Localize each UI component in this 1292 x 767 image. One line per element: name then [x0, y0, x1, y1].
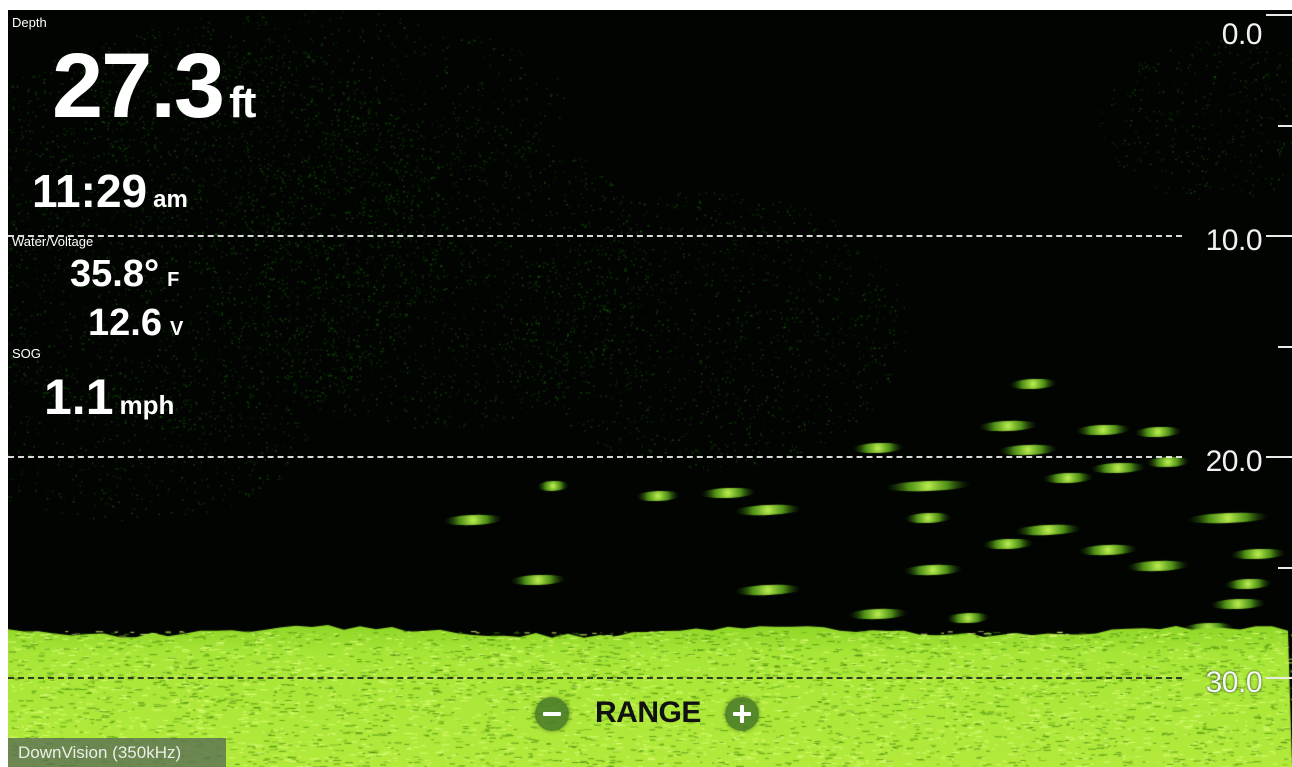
- sog-title: SOG: [12, 346, 41, 361]
- sonar-mode-tab[interactable]: DownVision (350kHz): [8, 738, 226, 767]
- range-control: RANGE: [535, 694, 765, 734]
- sog-readout: 1.1 mph: [44, 372, 174, 422]
- scale-label-10: 10.0: [1205, 224, 1263, 257]
- water-temperature-unit: F: [167, 269, 180, 291]
- water-temperature-readout: 35.8° F: [70, 255, 179, 293]
- scale-tick-15: [1278, 346, 1292, 348]
- scale-tick-10: [1266, 235, 1292, 237]
- depth-line-30: [8, 677, 1182, 679]
- scale-label-0: 0.0: [1221, 18, 1263, 51]
- scale-tick-5: [1278, 125, 1292, 127]
- depth-readout: 27.3 ft: [52, 40, 256, 132]
- depth-value: 27.3: [52, 35, 225, 137]
- minus-icon: [543, 712, 561, 716]
- scale-tick-25: [1278, 567, 1292, 569]
- sog-value: 1.1: [44, 369, 114, 425]
- scale-tick-0: [1266, 14, 1292, 16]
- depth-line-20: [8, 456, 1182, 458]
- depth-unit: ft: [229, 78, 256, 127]
- time-readout: 11:29 am: [32, 168, 188, 214]
- water-voltage-title: Water/Voltage: [12, 234, 94, 249]
- depth-line-10: [8, 235, 1182, 237]
- scale-label-20: 20.0: [1205, 445, 1263, 478]
- sonar-display[interactable]: 0.0 10.0 20.0 30.0 Depth 27.3 ft 11:29 am …: [8, 10, 1292, 767]
- time-value: 11:29: [32, 165, 148, 217]
- range-increase-button[interactable]: [725, 697, 759, 731]
- voltage-value: 12.6: [88, 302, 162, 344]
- scale-tick-30: [1266, 677, 1292, 679]
- scale-tick-20: [1266, 456, 1292, 458]
- voltage-unit: V: [169, 318, 184, 340]
- sog-unit: mph: [119, 390, 175, 420]
- scale-label-30: 30.0: [1205, 666, 1263, 699]
- depth-title: Depth: [12, 15, 47, 30]
- plus-icon-vertical: [740, 705, 744, 723]
- time-suffix: am: [153, 186, 188, 213]
- range-label: RANGE: [595, 696, 701, 729]
- water-temperature-value: 35.8°: [70, 253, 160, 295]
- voltage-readout: 12.6 V: [88, 304, 183, 342]
- range-decrease-button[interactable]: [535, 697, 569, 731]
